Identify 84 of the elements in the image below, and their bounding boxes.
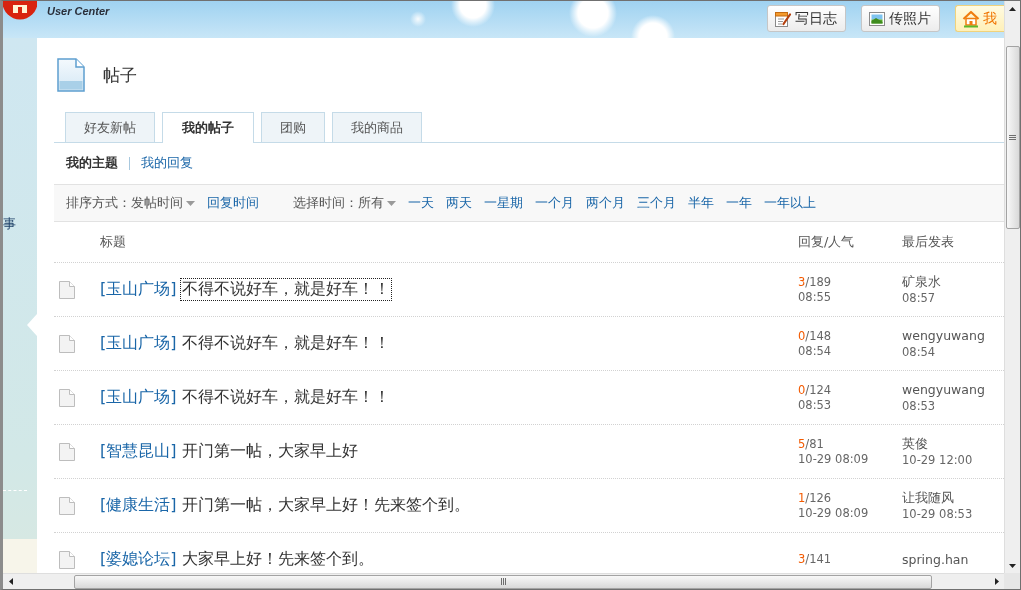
scrollbar-corner xyxy=(1004,573,1020,589)
post-title-link[interactable]: 开门第一帖，大家早上好 xyxy=(180,440,361,463)
post-time: 08:55 xyxy=(798,289,832,305)
write-diary-button[interactable]: 写日志 xyxy=(767,5,846,32)
sort-option[interactable]: 回复时间 xyxy=(207,194,259,212)
scroll-left-arrow-icon[interactable] xyxy=(8,578,13,585)
document-icon xyxy=(59,388,75,407)
sort-option[interactable]: 发帖时间 xyxy=(131,194,195,212)
time-range-option[interactable]: 一年 xyxy=(726,194,752,212)
time-range-option[interactable]: 一星期 xyxy=(484,194,523,212)
scrollbar-thumb[interactable] xyxy=(74,574,932,589)
last-post-time: 08:57 xyxy=(902,289,936,307)
time-range-option[interactable]: 所有 xyxy=(358,194,396,212)
column-header: 标题 xyxy=(100,233,127,251)
document-icon xyxy=(59,442,75,461)
reply-view-count: 0/148 xyxy=(798,328,832,344)
sidebar-text[interactable]: 事 xyxy=(3,216,19,232)
post-title-link[interactable]: 大家早上好！先来签个到。 xyxy=(180,548,377,571)
house-icon xyxy=(962,9,980,28)
time-range-option[interactable]: 两天 xyxy=(446,194,472,212)
category-link[interactable]: [健康生活] xyxy=(100,495,177,516)
last-poster-name[interactable]: spring.han xyxy=(902,551,969,568)
logo-icon xyxy=(3,1,37,20)
document-icon xyxy=(59,496,75,515)
last-post-time: 10-29 08:53 xyxy=(902,505,973,523)
post-time: 08:54 xyxy=(798,343,832,359)
scroll-down-arrow-icon[interactable] xyxy=(1009,563,1016,568)
tab[interactable]: 我的商品 xyxy=(332,112,422,142)
category-link[interactable]: [玉山广场] xyxy=(100,279,177,300)
category-link[interactable]: [玉山广场] xyxy=(100,333,177,354)
tab[interactable]: 团购 xyxy=(261,112,325,142)
reply-view-count: 3/189 xyxy=(798,274,832,290)
page-title: 帖子 xyxy=(103,63,137,87)
column-header: 回复/人气 xyxy=(798,233,856,251)
reply-view-count: 3/141 xyxy=(798,552,832,567)
time-range-label: 选择时间： xyxy=(293,194,358,212)
post-time: 10-29 08:09 xyxy=(798,451,869,467)
brand-subtitle: User Center xyxy=(47,5,110,17)
caret-icon xyxy=(186,200,195,206)
last-poster-name[interactable]: 矿泉水 xyxy=(902,272,941,290)
last-poster-name[interactable]: wengyuwang xyxy=(902,380,985,398)
time-range-option[interactable]: 一个月 xyxy=(535,194,574,212)
last-poster-name[interactable]: 让我随风 xyxy=(902,488,954,506)
time-range-option[interactable]: 三个月 xyxy=(637,194,676,212)
notepad-pencil-icon xyxy=(774,9,792,28)
category-link[interactable]: [婆媳论坛] xyxy=(100,549,177,570)
post-time: 10-29 08:09 xyxy=(798,505,869,521)
tab[interactable]: 好友新帖 xyxy=(65,112,155,142)
scroll-up-arrow-icon[interactable] xyxy=(1009,6,1016,11)
post-time: 08:53 xyxy=(798,397,832,413)
document-icon xyxy=(59,280,75,299)
document-icon xyxy=(57,58,85,92)
time-range-option[interactable]: 半年 xyxy=(688,194,714,212)
vertical-scrollbar[interactable] xyxy=(1004,1,1020,573)
post-title-link[interactable]: 不得不说好车，就是好车！！ xyxy=(180,332,393,355)
reply-view-count: 5/81 xyxy=(798,436,824,452)
picture-icon xyxy=(868,9,886,28)
document-icon xyxy=(59,550,75,569)
reply-view-count: 1/126 xyxy=(798,490,832,506)
column-header: 最后发表 xyxy=(902,233,955,251)
time-range-option[interactable]: 一天 xyxy=(408,194,434,212)
post-title-link[interactable]: 开门第一帖，大家早上好！先来签个到。 xyxy=(180,494,473,517)
time-range-option[interactable]: 两个月 xyxy=(586,194,625,212)
reply-view-count: 0/124 xyxy=(798,382,832,398)
tab[interactable]: 我的帖子 xyxy=(162,112,254,143)
sort-label: 排序方式： xyxy=(66,194,131,212)
upload-photo-button[interactable]: 传照片 xyxy=(861,5,940,32)
last-post-time: 08:53 xyxy=(902,397,936,415)
document-icon xyxy=(59,334,75,353)
post-title-link[interactable]: 不得不说好车，就是好车！！ xyxy=(180,386,393,409)
caret-icon xyxy=(387,200,396,206)
subnav-link[interactable]: 我的回复 xyxy=(141,154,193,172)
horizontal-scrollbar[interactable] xyxy=(3,573,1004,589)
last-poster-name[interactable]: wengyuwang xyxy=(902,326,985,344)
last-post-time: 10-29 12:00 xyxy=(902,451,973,469)
scroll-right-arrow-icon[interactable] xyxy=(994,578,999,585)
scrollbar-thumb[interactable] xyxy=(1005,46,1020,229)
last-poster-name[interactable]: 英俊 xyxy=(902,434,928,452)
last-post-time: 08:54 xyxy=(902,343,936,361)
subnav-link[interactable]: 我的主题 xyxy=(66,154,118,172)
time-range-option[interactable]: 一年以上 xyxy=(764,194,816,212)
category-link[interactable]: [玉山广场] xyxy=(100,387,177,408)
category-link[interactable]: [智慧昆山] xyxy=(100,441,177,462)
post-title-link[interactable]: 不得不说好车，就是好车！！ xyxy=(180,278,393,301)
